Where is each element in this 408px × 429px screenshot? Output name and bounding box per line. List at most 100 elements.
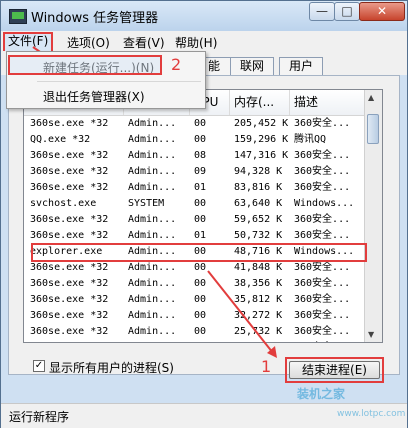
scroll-down-icon[interactable]: ▼ [368,330,374,339]
cell-memory: 41,848 K [234,262,283,273]
cell-image-name: 360se.exe *32 [30,262,109,273]
cell-cpu: 01 [194,182,207,193]
cell-memory: 25,732 K [234,326,283,337]
window-title: Windows 任务管理器 [31,11,159,26]
cell-description: 360安全... [294,262,351,273]
cell-image-name: 360se.exe *32 [30,230,109,241]
menu-help[interactable]: 帮助(H) [175,34,217,51]
cell-image-name: 360se.exe *32 [30,294,109,305]
cell-memory: 83,816 K [234,182,283,193]
cell-image-name: 360se.exe *32 [30,214,109,225]
cell-user-name: Admin... [128,340,192,342]
cell-description: 360安全... [294,166,351,177]
cell-cpu: 00 [194,294,207,305]
cell-description: 360安全... [294,214,351,225]
cell-user-name: Admin... [128,230,177,241]
tab-networking[interactable]: 联网 [230,57,274,75]
step-2-label: 2 [171,55,182,74]
cell-description: 360安全... [294,150,351,161]
cell-image-name: 360se.exe *32 [30,166,109,177]
step-1-label: 1 [261,357,272,376]
table-row[interactable]: 360se.exe *32 Admin... 00 38,356 K 360安全... [24,276,366,292]
end-process-highlight: 结束进程(E) [285,357,384,383]
cell-cpu: 00 [194,278,207,289]
table-row[interactable]: QQ.exe *32 Admin... 00 159,296 K 腾讯QQ [24,132,366,148]
vertical-scrollbar[interactable]: ▲ ▼ [364,90,382,342]
column-description[interactable]: 描述 [290,90,366,115]
cell-user-name: Admin... [128,214,177,225]
cell-description: 360安全... [294,278,351,289]
cell-description: 腾讯QQ [294,134,327,145]
process-list[interactable]: 映像名称 用户名 CPU 内存(... 描述 360se.exe *32Admi… [23,89,383,343]
cell-memory: 205,452 K [234,118,289,129]
watermark-url: www.lotpc.com [337,409,406,419]
cell-user-name: Admin... [128,118,177,129]
cell-cpu: 01 [194,230,207,241]
cell-image-name: 360se.exe *32 [30,310,109,321]
table-row[interactable]: 360se.exe *32 Admin... 08 147,316 K 360安全... [24,148,366,164]
menu-file[interactable]: 文件(F) [3,32,54,53]
cell-image-name: 360se.exe *32 [30,278,109,289]
menu-options[interactable]: 选项(O) [67,34,110,51]
cell-user-name: Admin... [128,294,177,305]
table-row[interactable]: 360se.exe *32 Admin... 01 83,816 K 360安全... [24,180,366,196]
end-process-button[interactable]: 结束进程(E) [289,361,380,379]
cell-user-name: Admin... [128,310,177,321]
cell-description: 360安全... [294,182,351,193]
show-all-users-label: 显示所有用户的进程(S) [49,361,174,375]
cell-user-name: Admin... [128,326,177,337]
menu-view[interactable]: 查看(V) [123,34,165,51]
cell-memory: 94,328 K [234,166,283,177]
cell-image-name: 360se.exe *32 [30,182,109,193]
show-all-users-checkbox[interactable]: ✓ [33,360,45,372]
cell-cpu: 00 [194,198,207,209]
cell-memory: 159,296 K [234,134,289,145]
cell-cpu: 08 [194,150,207,161]
table-row[interactable]: 360se.exe *32 Admin... 00 59,652 K 360安全... [24,212,366,228]
cell-image-name: 360se.exe *32 [30,340,126,342]
column-memory[interactable]: 内存(... [230,90,290,115]
cell-user-name: Admin... [128,278,177,289]
table-row[interactable]: 360se.exe *32 Admin... 00 35,812 K 360安全... [24,292,366,308]
scroll-up-icon[interactable]: ▲ [368,93,374,102]
table-row[interactable]: 360se.exe *32 Admin... 00 25,732 K 360安全... [24,324,366,340]
cell-description: 360安全... [294,340,364,342]
table-row[interactable]: 360se.exe *32 Admin... 01 50,732 K 360安全... [24,228,366,244]
cell-description: 360安全... [294,310,351,321]
cell-image-name: 360se.exe *32 [30,118,109,129]
title-bar[interactable]: Windows 任务管理器 — □ ✕ [1,1,407,31]
cell-cpu: 00 [194,262,207,273]
cell-memory: 32,272 K [234,310,283,321]
watermark-logo: 装机之家 [297,387,346,401]
table-row[interactable]: 360se.exe *32 Admin... 00 32,272 K 360安全... [24,308,366,324]
cell-user-name: Admin... [128,150,177,161]
maximize-button[interactable]: □ [334,2,360,21]
menu-separator [37,81,201,82]
table-row[interactable]: 360se.exe *32 Admin... 00 41,848 K 360安全... [24,260,366,276]
cell-user-name: Admin... [128,182,177,193]
task-manager-window: Windows 任务管理器 — □ ✕ 文件(F) 选项(O) 查看(V) 帮助… [0,0,408,428]
cell-memory: 38,356 K [234,278,283,289]
cell-user-name: Admin... [128,262,177,273]
table-row[interactable]: 360se.exe *32 Admin... 00 205,452 K 360安全... [24,116,366,132]
table-row[interactable]: 360se.exe *32 Admin... 09 94,328 K 360安全... [24,164,366,180]
scrollbar-thumb[interactable] [367,114,379,144]
close-button[interactable]: ✕ [359,2,405,21]
cell-user-name: Admin... [128,134,177,145]
status-text: 运行新程序 [9,410,70,424]
cell-image-name: 360se.exe *32 [30,150,109,161]
cell-cpu: 00 [194,340,232,342]
cell-memory: 147,316 K [234,150,289,161]
table-row[interactable]: svchost.exe SYSTEM 00 63,640 K Windows... [24,196,366,212]
menu-item-exit[interactable]: 退出任务管理器(X) [43,88,145,105]
cell-description: 360安全... [294,294,351,305]
cell-image-name: QQ.exe *32 [30,134,91,145]
cell-cpu: 00 [194,118,207,129]
minimize-button[interactable]: — [309,2,335,21]
cell-description: 360安全... [294,118,351,129]
tab-users[interactable]: 用户 [279,57,323,75]
task-manager-icon [9,9,27,24]
cell-cpu: 00 [194,326,207,337]
menu-bar: 文件(F) 选项(O) 查看(V) 帮助(H) [1,31,407,53]
table-row[interactable]: 360se.exe *32Admin...0022,980 K360安全... [24,340,366,342]
